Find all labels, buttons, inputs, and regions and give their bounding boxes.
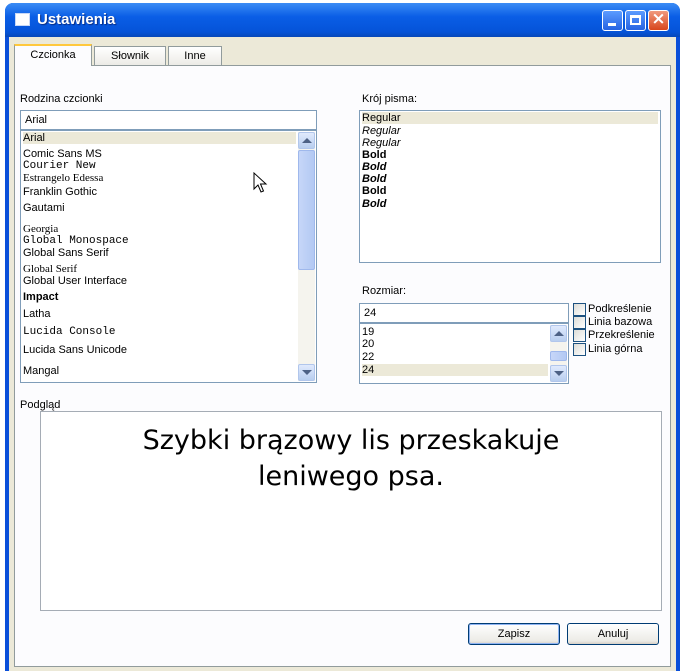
font-size-label: Rozmiar: [362,285,407,297]
tab-inne[interactable]: Inne [168,46,222,65]
font-family-label: Rodzina czcionki [20,93,103,105]
preview-area: Szybki brązowy lis przeskakuje leniwego … [40,411,662,611]
font-family-item[interactable]: Global User Interface [23,275,296,287]
font-family-item[interactable]: Gautami [23,202,296,214]
scroll-down-button[interactable] [298,364,315,381]
font-family-item[interactable]: Comic Sans MS [23,148,296,160]
font-style-item[interactable]: Bold [362,198,658,210]
font-family-scrollbar[interactable] [298,132,315,381]
font-family-item[interactable]: Impact [23,291,296,303]
font-style-item[interactable]: Bold [362,185,658,197]
underline-label: Podkreślenie [588,303,652,315]
chevron-up-icon [554,331,564,336]
close-icon: × [651,9,666,29]
font-family-item[interactable]: Global Sans Serif [23,247,296,259]
font-size-item[interactable]: 22 [362,351,548,363]
font-family-item[interactable]: Georgia [23,223,296,235]
preview-text: Szybki brązowy lis przeskakuje leniwego … [142,425,560,492]
font-family-item[interactable]: Lucida Sans Unicode [23,344,296,356]
scroll-up-button[interactable] [550,325,567,342]
font-size-input[interactable] [359,303,569,323]
font-size-item[interactable]: 20 [362,338,548,350]
window-app-icon [15,13,30,26]
font-family-input[interactable] [20,110,317,130]
font-size-item[interactable]: 19 [362,326,548,338]
font-style-item[interactable]: Bold [362,173,658,185]
underline-checkbox[interactable] [573,303,586,316]
font-style-item[interactable]: Regular [362,137,658,149]
window-title: Ustawienia [37,11,116,28]
font-style-label: Krój pisma: [362,93,418,105]
font-size-list[interactable]: 19 20 22 24 [359,323,569,384]
cancel-button[interactable]: Anuluj [567,623,659,645]
overline-label: Linia górna [588,343,643,355]
minimize-button[interactable] [602,10,623,31]
save-button[interactable]: Zapisz [468,623,560,645]
baseline-label: Linia bazowa [588,316,653,328]
font-family-item[interactable]: Lucida Console [23,326,296,338]
font-family-item[interactable]: Courier New [23,160,296,172]
font-style-item[interactable]: Bold [362,161,658,173]
strikethrough-checkbox[interactable] [573,329,586,342]
font-style-list[interactable]: Regular Regular Regular Bold Bold Bold Bold Bol… [359,110,661,263]
mouse-pointer-icon [253,172,268,193]
font-family-item[interactable]: Global Serif [23,263,296,275]
preview-label: Podgląd [20,399,61,411]
strikethrough-label: Przekreślenie [588,329,655,341]
scroll-down-button[interactable] [550,365,567,382]
font-size-item[interactable]: 24 [362,364,548,376]
overline-checkbox[interactable] [573,343,586,356]
font-family-item[interactable]: Latha [23,308,296,320]
maximize-icon [630,15,641,25]
tab-czcionka[interactable]: Czcionka [14,44,92,66]
chevron-down-icon [554,371,564,376]
chevron-up-icon [302,138,312,143]
font-family-item[interactable]: Mangal [23,365,296,377]
font-style-item[interactable]: Regular [362,112,658,124]
font-size-scrollbar[interactable] [550,325,567,382]
tab-panel-czcionka: Rodzina czcionki Arial Comic Sans MSCouri… [14,65,671,667]
chevron-down-icon [302,370,312,375]
font-family-item[interactable]: Arial [23,132,296,144]
font-style-item[interactable]: Bold [362,149,658,161]
baseline-checkbox[interactable] [573,316,586,329]
scroll-thumb[interactable] [550,351,567,361]
font-family-list[interactable]: Arial Comic Sans MS Courier New Estrangelo … [20,130,317,383]
scroll-thumb[interactable] [298,150,315,270]
minimize-icon [608,23,616,26]
close-button[interactable]: × [648,9,669,31]
settings-window: Ustawienia × Czcionka Słownik Inne Rodzi… [5,3,680,671]
tab-slownik[interactable]: Słownik [94,46,166,65]
dialog-client-area: Czcionka Słownik Inne Rodzina czcionki A… [9,37,676,671]
scroll-up-button[interactable] [298,132,315,149]
font-family-item[interactable]: Global Monospace [23,235,296,247]
font-style-item[interactable]: Regular [362,125,658,137]
maximize-button[interactable] [625,10,646,31]
title-bar[interactable]: Ustawienia × [5,3,680,37]
